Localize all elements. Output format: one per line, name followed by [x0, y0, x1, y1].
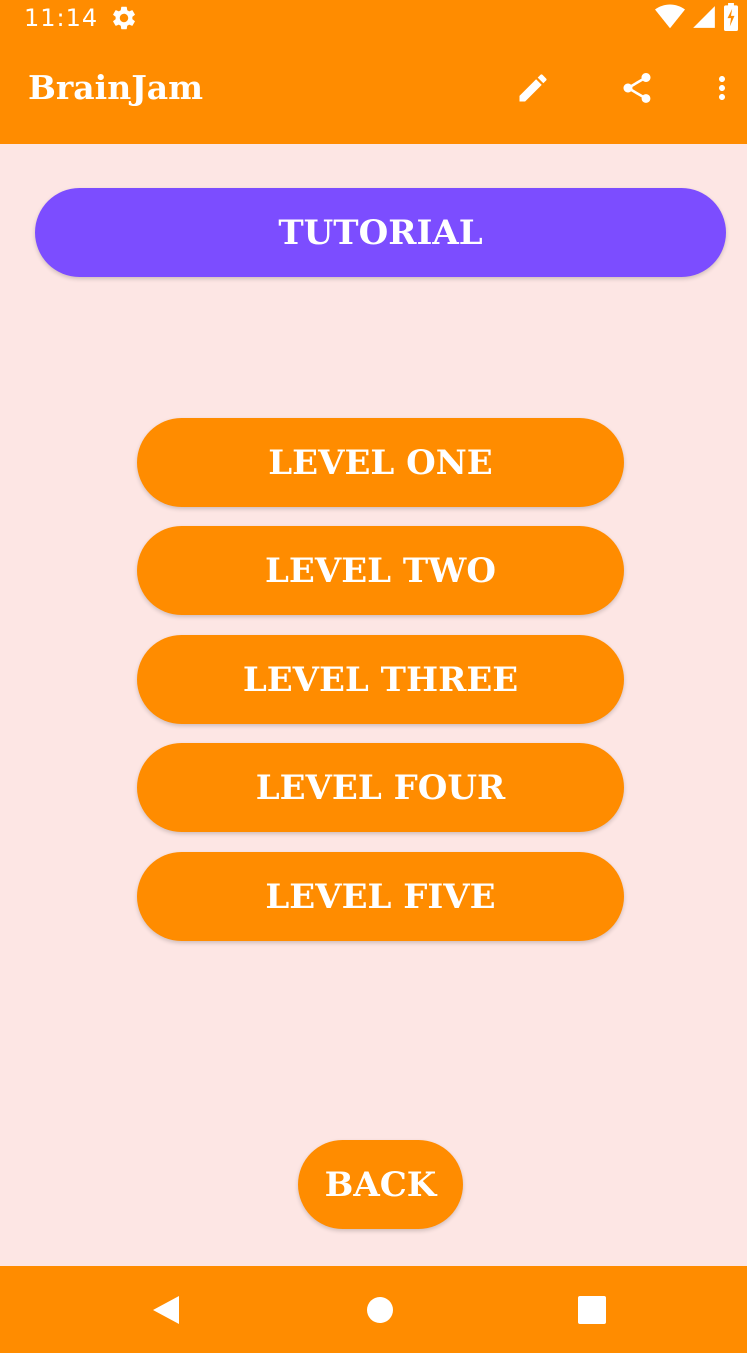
nav-bar: [0, 1266, 747, 1353]
battery-charging-icon: [723, 3, 739, 35]
tutorial-button[interactable]: TUTORIAL: [35, 188, 726, 277]
status-icons: [655, 3, 739, 35]
level-three-button[interactable]: LEVEL THREE: [137, 635, 624, 724]
share-icon[interactable]: [617, 68, 657, 108]
signal-icon: [691, 4, 717, 34]
home-circle-icon[interactable]: [360, 1290, 400, 1330]
back-button[interactable]: BACK: [298, 1140, 463, 1229]
level-four-button[interactable]: LEVEL FOUR: [137, 743, 624, 832]
status-bar: 11:14: [0, 0, 747, 38]
back-triangle-icon[interactable]: [146, 1290, 186, 1330]
app-bar: BrainJam: [0, 38, 747, 144]
more-vert-icon[interactable]: [702, 68, 742, 108]
app-title: BrainJam: [28, 68, 204, 107]
edit-icon[interactable]: [513, 68, 553, 108]
status-time: 11:14: [24, 4, 99, 32]
wifi-icon: [655, 4, 685, 34]
level-two-button[interactable]: LEVEL TWO: [137, 526, 624, 615]
level-one-button[interactable]: LEVEL ONE: [137, 418, 624, 507]
main-content: TUTORIAL LEVEL ONE LEVEL TWO LEVEL THREE…: [0, 144, 747, 1266]
level-five-button[interactable]: LEVEL FIVE: [137, 852, 624, 941]
recents-square-icon[interactable]: [572, 1290, 612, 1330]
gear-icon: [110, 4, 138, 32]
